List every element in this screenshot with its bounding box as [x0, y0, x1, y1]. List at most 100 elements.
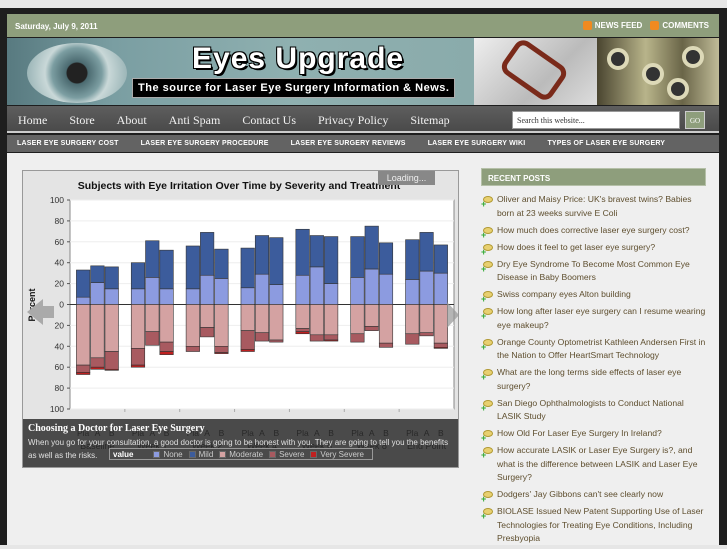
bar-very-severe: [76, 372, 91, 375]
bar-moderate: [324, 304, 339, 336]
category-nav-item[interactable]: LASER EYE SURGERY COST: [17, 140, 119, 147]
legend-swatch: [219, 450, 227, 458]
bar-very-severe: [295, 331, 310, 335]
bar-severe: [159, 341, 174, 352]
prev-arrow-shaft[interactable]: [42, 306, 54, 318]
bar-none: [185, 288, 200, 305]
news-feed-link[interactable]: NEWS FEED: [582, 21, 642, 31]
nav-item[interactable]: Contact Us: [242, 113, 296, 128]
recent-post-link[interactable]: Swiss company eyes Alton building: [481, 288, 706, 307]
category-nav-item[interactable]: TYPES OF LASER EYE SURGERY: [547, 140, 665, 147]
recent-post-link[interactable]: What are the long terms side effects of …: [481, 366, 706, 393]
bar-none: [309, 266, 324, 305]
recent-post-title: How does it feel to get laser eye surger…: [497, 241, 656, 252]
category-nav-item[interactable]: LASER EYE SURGERY WIKI: [428, 140, 526, 147]
site-tagline: The source for Laser Eye Surgery Informa…: [132, 78, 456, 98]
post-bubble-icon: [481, 196, 493, 212]
recent-post-title: What are the long terms side effects of …: [497, 367, 682, 391]
search-go-button[interactable]: GO: [685, 111, 705, 129]
bar-none: [76, 296, 91, 305]
comments-link[interactable]: COMMENTS: [650, 21, 709, 31]
bar-none: [145, 277, 160, 305]
bar-mild: [433, 244, 448, 274]
bar-moderate: [254, 304, 270, 334]
recent-post-link[interactable]: How Old For Laser Eye Surgery In Ireland…: [481, 427, 706, 446]
bar-none: [419, 270, 434, 305]
y-tick-label: 80: [55, 216, 65, 226]
bar-moderate: [130, 304, 146, 349]
recent-post-link[interactable]: Dry Eye Syndrome To Become Most Common E…: [481, 258, 706, 285]
bar-moderate: [350, 304, 365, 335]
recent-post-link[interactable]: How accurate LASIK or Laser Eye Surgery …: [481, 444, 706, 485]
recent-post-title: Oliver and Maisy Price: UK's bravest twi…: [497, 194, 692, 218]
legend-title: value: [113, 449, 134, 459]
legend-swatch: [310, 450, 318, 458]
bar-moderate: [90, 304, 105, 359]
recent-posts-heading: RECENT POSTS: [481, 168, 706, 186]
comments-label: COMMENTS: [662, 21, 709, 30]
recent-post-link[interactable]: BIOLASE Issued New Patent Supporting Use…: [481, 505, 706, 546]
nav-item[interactable]: Sitemap: [410, 113, 449, 128]
bar-mild: [254, 235, 270, 275]
recent-post-link[interactable]: Orange County Optometrist Kathleen Ander…: [481, 336, 706, 363]
rss-icon: [650, 21, 660, 31]
recent-post-link[interactable]: How much does corrective laser eye surge…: [481, 224, 706, 243]
post-bubble-icon: [481, 291, 493, 307]
post-bubble-icon: [481, 243, 493, 259]
post-bubble-icon: [481, 399, 493, 415]
legend-label: None: [163, 449, 183, 459]
category-nav-item[interactable]: LASER EYE SURGERY REVIEWS: [291, 140, 406, 147]
bar-very-severe: [433, 347, 448, 349]
recent-post-link[interactable]: How does it feel to get laser eye surger…: [481, 241, 706, 260]
header-banner[interactable]: Eyes Upgrade The source for Laser Eye Su…: [7, 38, 719, 105]
bar-mild: [364, 225, 379, 270]
bar-mild: [378, 242, 394, 275]
top-bar: Saturday, July 9, 2011 NEWS FEED COMMENT…: [7, 14, 719, 37]
featured-slideshow[interactable]: Subjects with Eye Irritation Over Time b…: [22, 170, 459, 468]
y-tick-label: 80: [55, 383, 65, 393]
bar-moderate: [419, 304, 434, 334]
slide-caption[interactable]: Choosing a Doctor for Laser Eye Surgery …: [23, 419, 458, 467]
nav-item[interactable]: Privacy Policy: [318, 113, 388, 128]
phoropter-image: [597, 38, 719, 105]
recent-post-title: How accurate LASIK or Laser Eye Surgery …: [497, 445, 698, 482]
bar-moderate: [104, 304, 119, 352]
y-tick-label: 100: [50, 195, 64, 205]
y-tick-label: 60: [55, 362, 65, 372]
y-tick-label: 60: [55, 237, 65, 247]
bar-moderate: [364, 304, 379, 327]
eye-image: [27, 43, 127, 103]
bar-moderate: [145, 304, 160, 332]
bar-severe: [185, 346, 200, 352]
post-bubble-icon: [481, 447, 493, 463]
bar-mild: [419, 232, 434, 272]
nav-item[interactable]: Store: [69, 113, 94, 128]
recent-post-link[interactable]: How long after laser eye surgery can I r…: [481, 305, 706, 332]
recent-post-link[interactable]: Oliver and Maisy Price: UK's bravest twi…: [481, 193, 706, 220]
caption-title: Choosing a Doctor for Laser Eye Surgery: [28, 423, 205, 434]
prev-arrow-icon[interactable]: [27, 299, 43, 325]
date: Saturday, July 9, 2011: [15, 22, 98, 31]
nav-item[interactable]: Anti Spam: [169, 113, 221, 128]
recent-post-link[interactable]: San Diego Ophthalmologists to Conduct Na…: [481, 397, 706, 424]
bar-mild: [104, 266, 119, 290]
post-bubble-icon: [481, 430, 493, 446]
bar-moderate: [433, 304, 448, 344]
bar-severe: [324, 334, 339, 341]
recent-post-title: How long after laser eye surgery can I r…: [497, 306, 706, 330]
bar-moderate: [405, 304, 420, 335]
chart-title: Subjects with Eye Irritation Over Time b…: [78, 180, 401, 192]
category-nav-item[interactable]: LASER EYE SURGERY PROCEDURE: [141, 140, 269, 147]
bar-severe: [90, 357, 105, 368]
bar-mild: [185, 245, 200, 290]
y-tick-label: 40: [55, 341, 65, 351]
post-bubble-icon: [481, 226, 493, 242]
next-arrow-icon[interactable]: [447, 302, 458, 328]
bar-very-severe: [214, 352, 229, 354]
nav-item[interactable]: About: [117, 113, 147, 128]
search-input[interactable]: Search this website...: [512, 111, 680, 129]
bar-mild: [295, 228, 310, 276]
recent-post-link[interactable]: Dodgers' Jay Gibbons can't see clearly n…: [481, 488, 706, 507]
nav-item[interactable]: Home: [18, 113, 47, 128]
bar-moderate: [378, 304, 394, 344]
